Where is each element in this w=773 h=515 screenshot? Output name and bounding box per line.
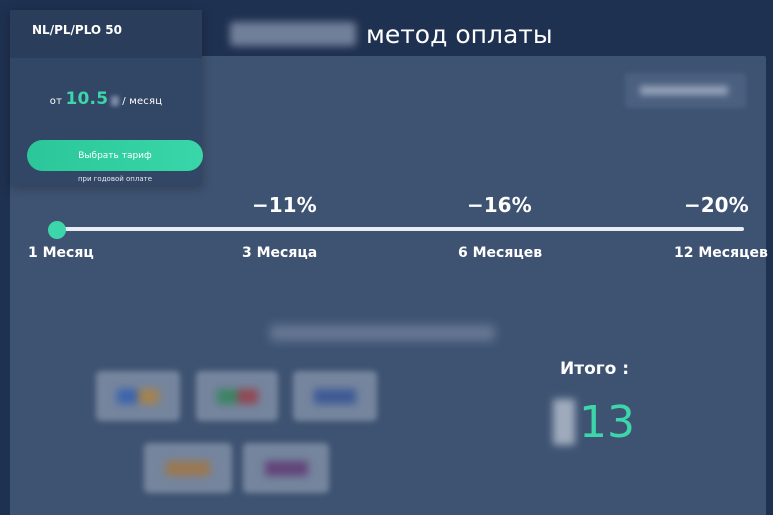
- payment-method-5[interactable]: [243, 443, 329, 493]
- page-title-text: метод оплаты: [366, 19, 553, 49]
- total-amount-value: 13: [579, 396, 635, 448]
- payment-method-3[interactable]: [293, 371, 377, 421]
- discount-12-months: −20%: [684, 193, 749, 217]
- total-amount: 13: [553, 396, 635, 448]
- period-option-3-months[interactable]: 3 Месяца: [242, 245, 317, 261]
- blurred-currency-icon: [553, 399, 575, 445]
- period-option-1-month[interactable]: 1 Месяц: [28, 245, 94, 261]
- blurred-badge: [625, 73, 746, 108]
- total-label: Итого :: [560, 359, 630, 379]
- blurred-title-word: [230, 22, 356, 46]
- price-prefix: от: [49, 96, 63, 107]
- payment-method-card[interactable]: [96, 371, 180, 421]
- period-slider-track[interactable]: [55, 227, 744, 231]
- plan-card: NL/PL/PLO 50 от 10.5 / месяц Выбрать тари…: [10, 10, 203, 185]
- payment-method-4[interactable]: [144, 443, 232, 493]
- plan-name-tab[interactable]: NL/PL/PLO 50: [10, 10, 202, 58]
- period-option-6-months[interactable]: 6 Месяцев: [458, 245, 542, 261]
- plan-price: от 10.5 / месяц: [10, 89, 202, 109]
- price-value: 10.5: [65, 89, 109, 109]
- choose-plan-button[interactable]: Выбрать тариф: [27, 140, 203, 171]
- price-suffix: / месяц: [122, 96, 163, 107]
- payment-method-2[interactable]: [196, 371, 278, 421]
- page-title: метод оплаты: [230, 14, 553, 54]
- discount-3-months: −11%: [252, 193, 317, 217]
- discount-6-months: −16%: [467, 193, 532, 217]
- annual-payment-note: при годовой оплате: [77, 175, 153, 183]
- blurred-currency-icon: [111, 96, 120, 106]
- blurred-payment-heading: [270, 325, 495, 341]
- period-option-12-months[interactable]: 12 Месяцев: [674, 245, 768, 261]
- period-slider-handle[interactable]: [48, 221, 66, 239]
